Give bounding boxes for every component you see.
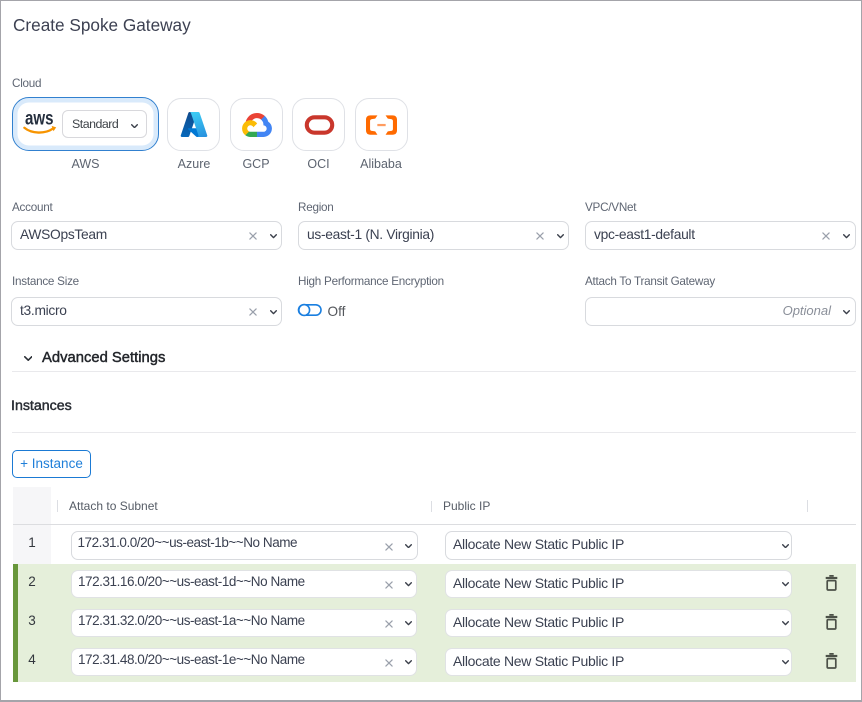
svg-text:aws: aws (25, 109, 54, 130)
